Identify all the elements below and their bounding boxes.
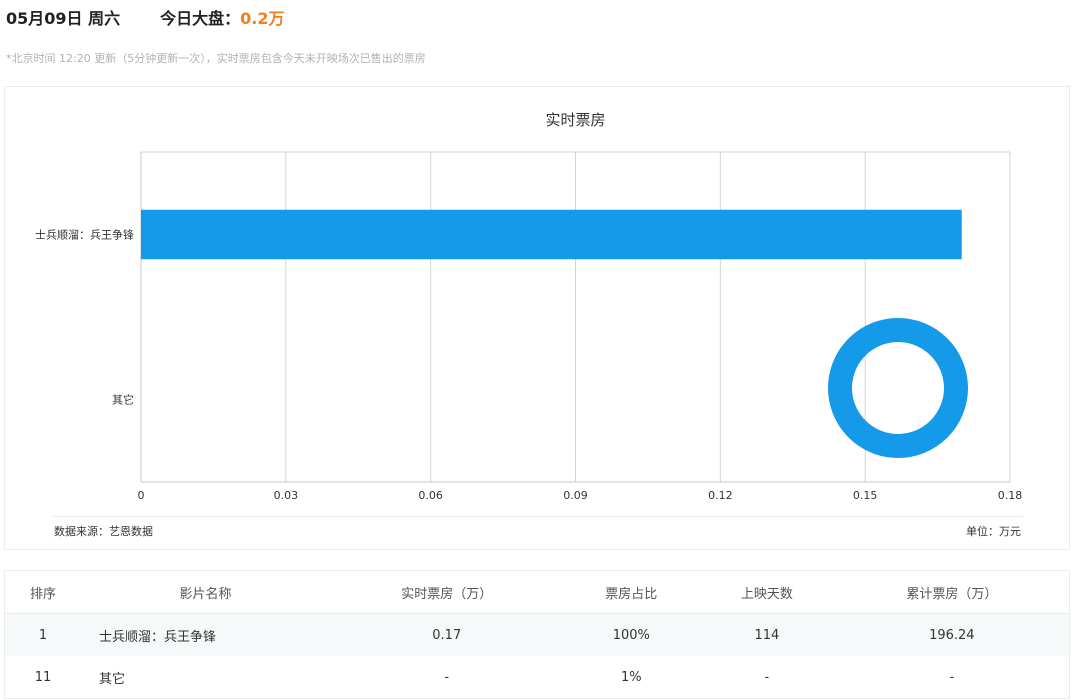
cell-share: 1% xyxy=(621,669,642,685)
box-office-table: 排序 影片名称 实时票房（万） 票房占比 上映天数 累计票房（万） 1 士兵顺溜… xyxy=(4,570,1070,699)
update-note: *北京时间 12:20 更新（5分钟更新一次），实时票房包含今天未开映场次已售出… xyxy=(6,52,426,65)
x-tick-label: 0.09 xyxy=(563,489,588,502)
cell-total: 196.24 xyxy=(834,613,1070,656)
chart-panel: 实时票房 0 0.03 0.06 0.09 0.12 0.15 0.18 士兵顺溜：兵王争锋其它… xyxy=(4,86,1070,550)
col-header-realtime: 实时票房（万） xyxy=(330,570,564,614)
cell-name: 其它 xyxy=(99,671,126,687)
x-tick-label: 0.12 xyxy=(708,489,733,502)
col-header-rank: 排序 xyxy=(4,570,81,614)
table-row[interactable]: 11 其它 - 1% - - xyxy=(5,656,1070,699)
loading-ring xyxy=(828,318,968,458)
cell-days: - xyxy=(764,669,770,685)
x-tick-label: 0.18 xyxy=(998,489,1023,502)
cell-days: 114 xyxy=(699,613,835,656)
cell-rank: 11 xyxy=(34,669,52,685)
col-header-total: 累计票房（万） xyxy=(834,570,1070,614)
kpi-label: 今日大盘： xyxy=(160,9,241,28)
cell-share: 100% xyxy=(563,613,700,656)
bar-chart: 实时票房 0 0.03 0.06 0.09 0.12 0.15 0.18 士兵顺溜：兵王争锋其它 xyxy=(35,111,1023,502)
col-header-share: 票房占比 xyxy=(563,570,700,614)
y-category-label: 士兵顺溜：兵王争锋 xyxy=(35,228,134,242)
table-header-row: 排序 影片名称 实时票房（万） 票房占比 上映天数 累计票房（万） xyxy=(4,570,1070,614)
x-tick-label: 0.03 xyxy=(274,489,299,502)
cell-realtime: 0.17 xyxy=(330,613,564,656)
bar xyxy=(141,209,962,260)
x-tick-label: 0.06 xyxy=(418,489,443,502)
kpi-value: 0.2万 xyxy=(240,9,285,28)
data-source-label: 数据来源：艺恩数据 xyxy=(54,525,153,538)
table-row[interactable]: 1 士兵顺溜：兵王争锋 0.17 100% 114 196.24 xyxy=(4,613,1070,656)
cell-total: - xyxy=(949,669,955,685)
y-category-label: 其它 xyxy=(112,393,134,407)
page-header: 05月09日 周六 今日大盘： 0.2万 xyxy=(6,4,284,30)
footer-divider xyxy=(53,516,1023,517)
x-tick-label: 0 xyxy=(138,489,145,502)
date-label: 05月09日 周六 xyxy=(6,9,121,28)
x-tick-label: 0.15 xyxy=(853,489,878,502)
chart-title: 实时票房 xyxy=(545,111,605,129)
col-header-days: 上映天数 xyxy=(699,570,835,614)
cell-rank: 1 xyxy=(4,613,81,656)
col-header-name: 影片名称 xyxy=(81,570,330,614)
cell-realtime: - xyxy=(444,669,450,685)
cell-name: 士兵顺溜：兵王争锋 xyxy=(81,613,330,656)
unit-label: 单位：万元 xyxy=(966,525,1021,538)
